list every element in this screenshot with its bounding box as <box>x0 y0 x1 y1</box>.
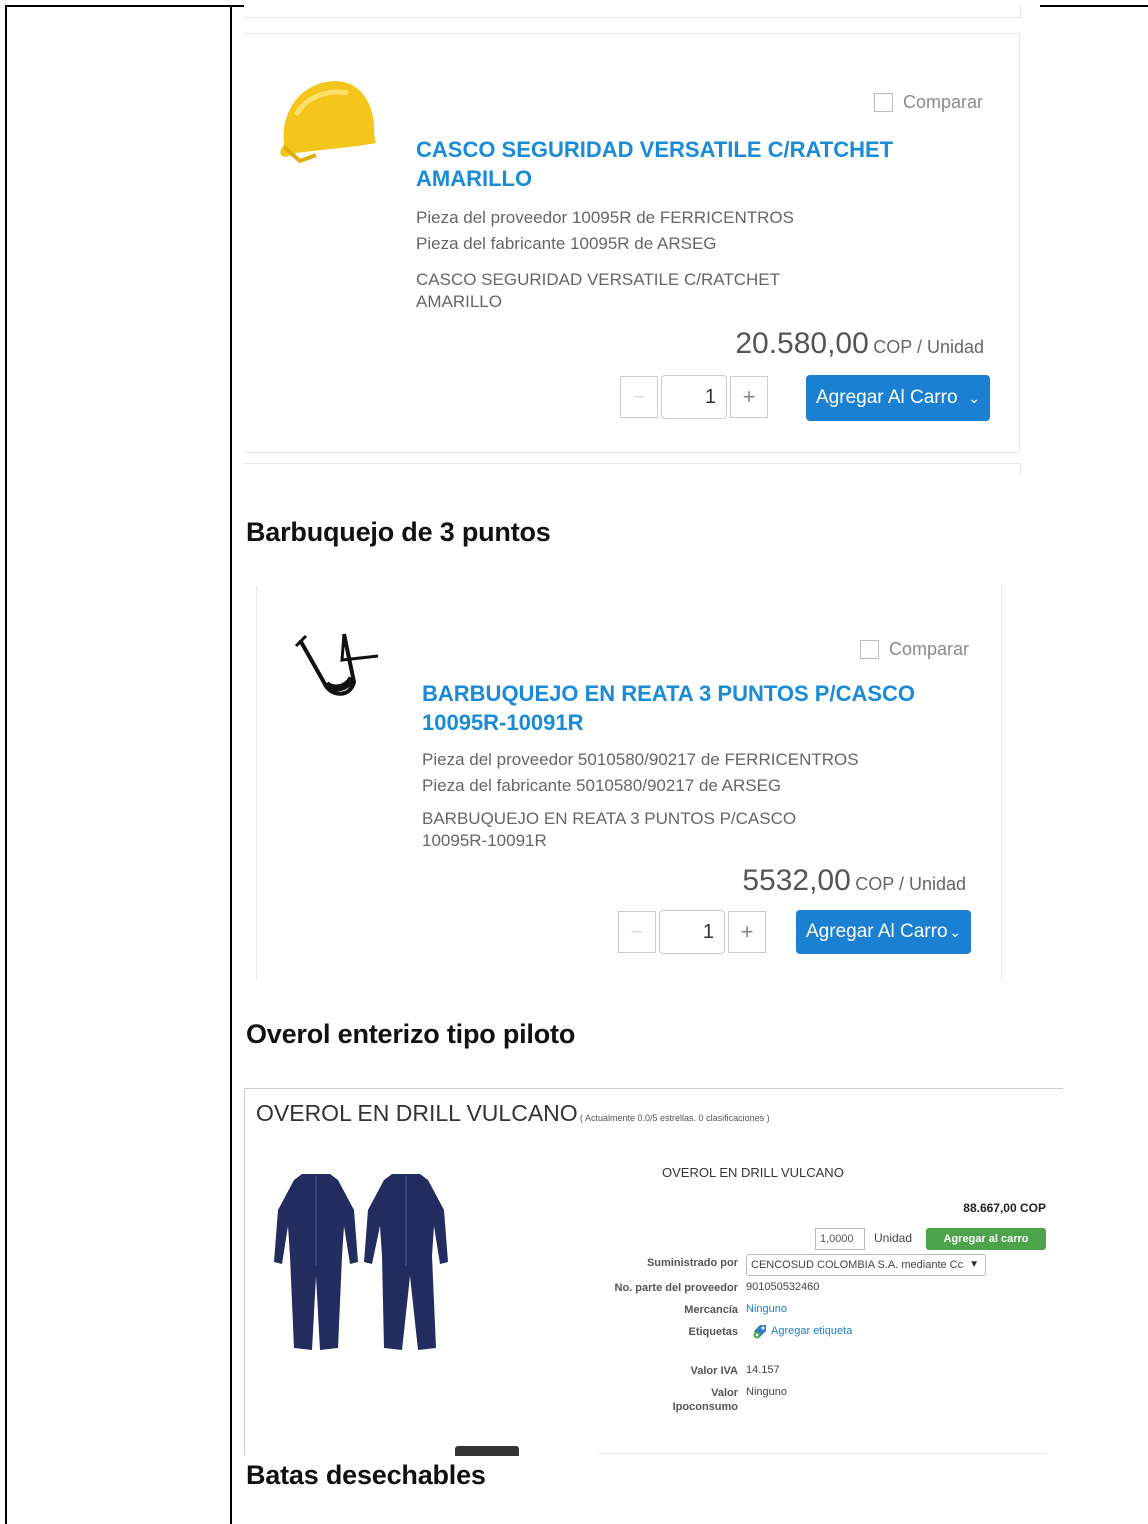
product-description: CASCO SEGURIDAD VERSATILE C/RATCHET AMAR… <box>416 270 780 311</box>
increase-button[interactable]: + <box>728 911 766 953</box>
coverall-bottom-divider <box>598 1453 1046 1454</box>
section-heading-gowns: Batas desechables <box>246 1460 486 1490</box>
manufacturer-part: Pieza del fabricante 5010580/90217 de AR… <box>422 776 782 795</box>
decrease-button[interactable]: − <box>618 911 656 953</box>
add-to-cart-button[interactable]: Agregar Al Carro ⌄ <box>806 375 990 421</box>
product-part-info: Pieza del proveedor 5010580/90217 de FER… <box>422 747 859 799</box>
compare-label: Comparar <box>903 92 984 112</box>
ipoconsumo-value: Ninguno <box>746 1386 787 1398</box>
compare-label: Comparar <box>889 639 970 659</box>
helmet-image <box>280 81 376 164</box>
compare-option[interactable]: Comparar <box>860 639 969 660</box>
chevron-down-icon: ⌄ <box>949 923 961 940</box>
coverall-quantity-input[interactable]: 1,0000 <box>815 1228 865 1250</box>
increase-button[interactable]: + <box>730 376 768 418</box>
helmet-product-screenshot: Comparar CASCO SEGURIDAD VERSATILE C/RAT… <box>244 5 1040 475</box>
coverall-title: OVEROL EN DRILL VULCANO <box>256 1100 578 1126</box>
product-title-link[interactable]: CASCO SEGURIDAD VERSATILE C/RATCHET AMAR… <box>416 135 893 193</box>
coverall-rating: ( Actualmente 0.0/5 estrellas. 0 clasifi… <box>580 1113 770 1123</box>
iva-value: 14.157 <box>746 1364 780 1376</box>
table-column-divider <box>230 5 232 1524</box>
supplier-part-value: 901050532460 <box>746 1281 820 1293</box>
coverall-tab-fragment <box>455 1446 519 1456</box>
coverall-image <box>274 1174 448 1350</box>
add-to-cart-button[interactable]: Agregar Al Carro ⌄ <box>796 910 971 954</box>
product-price: 5532,00 COP / Unidad <box>742 864 966 897</box>
supplier-select[interactable]: CENCOSUD COLOMBIA S.A. mediante Cc ▼ <box>746 1254 986 1276</box>
section-heading-chinstrap: Barbuquejo de 3 puntos <box>246 517 551 547</box>
supplier-part: Pieza del proveedor 10095R de FERRICENTR… <box>416 208 794 227</box>
quantity-stepper[interactable]: − 1 + <box>620 375 768 419</box>
quantity-input[interactable]: 1 <box>659 910 725 954</box>
decrease-button[interactable]: − <box>620 376 658 418</box>
goods-label: Mercancía <box>684 1304 738 1316</box>
tag-icon <box>753 1325 766 1339</box>
iva-label: Valor IVA <box>690 1365 738 1377</box>
product-description: BARBUQUEJO EN REATA 3 PUNTOS P/CASCO 100… <box>422 809 797 850</box>
product-part-info: Pieza del proveedor 10095R de FERRICENTR… <box>416 205 794 257</box>
chevron-down-icon: ⌄ <box>968 389 980 406</box>
coverall-add-to-cart-button[interactable]: Agregar al carro <box>926 1228 1046 1250</box>
coverall-description: OVEROL EN DRILL VULCANO <box>662 1165 844 1180</box>
product-price: 20.580,00 COP / Unidad <box>735 327 984 360</box>
chevron-down-icon: ▼ <box>969 1259 979 1270</box>
goods-value-link[interactable]: Ninguno <box>746 1303 787 1315</box>
compare-checkbox[interactable] <box>860 640 879 659</box>
product-title-link[interactable]: BARBUQUEJO EN REATA 3 PUNTOS P/CASCO 100… <box>422 679 915 737</box>
supplied-by-label: Suministrado por <box>646 1257 738 1269</box>
coverall-price: 88.667,00 COP <box>963 1201 1046 1215</box>
chinstrap-image <box>294 633 379 696</box>
tags-label: Etiquetas <box>688 1326 738 1338</box>
section-heading-coverall: Overol enterizo tipo piloto <box>246 1019 576 1049</box>
chinstrap-product-screenshot: Comparar BARBUQUEJO EN REATA 3 PUNTOS P/… <box>256 586 1002 980</box>
ipoconsumo-label: Valor Ipoconsumo <box>672 1387 738 1413</box>
quantity-stepper[interactable]: − 1 + <box>618 910 766 954</box>
supplier-part-label: No. parte del proveedor <box>614 1282 738 1294</box>
manufacturer-part: Pieza del fabricante 10095R de ARSEG <box>416 234 717 253</box>
coverall-unit: Unidad <box>874 1231 913 1245</box>
add-tag-link[interactable]: Agregar etiqueta <box>752 1323 852 1339</box>
compare-checkbox[interactable] <box>874 93 893 112</box>
supplier-part: Pieza del proveedor 5010580/90217 de FER… <box>422 750 859 769</box>
compare-option[interactable]: Comparar <box>874 92 983 113</box>
quantity-input[interactable]: 1 <box>661 375 727 419</box>
